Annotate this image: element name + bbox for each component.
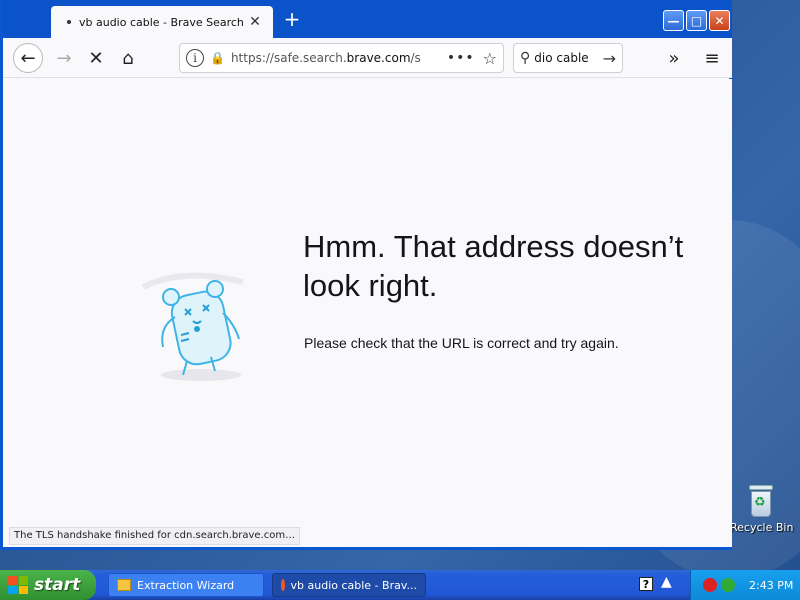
error-mascot-illustration	[141, 272, 244, 381]
nav-toolbar: ← → ✕ ⌂ i 🔒 https://safe.search.brave.co…	[3, 38, 732, 78]
url-text[interactable]: https://safe.search.brave.com/s	[231, 51, 439, 65]
security-icon[interactable]	[703, 578, 717, 592]
url-suffix: /s	[410, 51, 421, 65]
start-button[interactable]: start	[0, 570, 96, 600]
overflow-button[interactable]: »	[659, 43, 689, 73]
network-icon[interactable]	[721, 578, 735, 592]
search-input[interactable]: dio cable	[534, 51, 602, 65]
minimize-button[interactable]: —	[663, 10, 684, 31]
stop-button[interactable]: ✕	[81, 43, 111, 73]
bookmark-star-icon[interactable]: ☆	[483, 49, 497, 68]
error-title: Hmm. That address doesn’t look right.	[303, 229, 684, 303]
maximize-button[interactable]: □	[686, 10, 707, 31]
taskbar-item-label: Extraction Wizard	[137, 578, 235, 592]
loading-dot-icon	[67, 20, 71, 24]
brave-icon	[281, 579, 285, 591]
windows-logo-icon	[8, 576, 28, 594]
home-button[interactable]: ⌂	[113, 43, 143, 73]
info-icon[interactable]: i	[186, 49, 204, 67]
taskbar-item-browser[interactable]: vb audio cable - Brav...	[272, 573, 426, 597]
close-window-button[interactable]: ✕	[709, 10, 730, 31]
clock[interactable]: 2:43 PM	[749, 579, 793, 592]
recycle-bin[interactable]: ♻ Recycle Bin	[730, 485, 794, 534]
help-icon[interactable]: ?	[639, 577, 653, 591]
error-message: Please check that the URL is correct and…	[304, 335, 619, 351]
recycle-bin-icon: ♻	[747, 485, 775, 517]
start-label: start	[34, 575, 81, 595]
page-actions-icon[interactable]: •••	[447, 50, 475, 66]
taskbar-item-extraction-wizard[interactable]: Extraction Wizard	[108, 573, 264, 597]
system-tray: 2:43 PM	[690, 570, 800, 600]
taskbar: start Extraction Wizard vb audio cable -…	[0, 570, 800, 600]
forward-button[interactable]: →	[49, 43, 79, 73]
back-button[interactable]: ←	[13, 43, 43, 73]
taskbar-item-label: vb audio cable - Brav...	[290, 578, 417, 592]
browser-window: vb audio cable - Brave Search ✕ + — □ ✕ …	[0, 0, 732, 550]
search-icon: ⚲	[520, 50, 531, 66]
tray-expand-icon[interactable]: ▲	[661, 574, 672, 590]
search-go-icon[interactable]: →	[603, 49, 616, 68]
url-prefix: https://safe.search.	[230, 51, 347, 65]
menu-button[interactable]: ≡	[697, 43, 727, 73]
recycle-bin-label: Recycle Bin	[730, 521, 794, 534]
lock-icon[interactable]: 🔒	[210, 51, 225, 65]
address-bar[interactable]: i 🔒 https://safe.search.brave.com/s ••• …	[179, 43, 504, 73]
status-bar: The TLS handshake finished for cdn.searc…	[9, 527, 301, 545]
tab-active[interactable]: vb audio cable - Brave Search ✕	[51, 6, 273, 38]
search-box[interactable]: ⚲ dio cable →	[513, 43, 623, 73]
page-content: Hmm. That address doesn’t look right. Pl…	[3, 79, 732, 547]
tab-bar: vb audio cable - Brave Search ✕ + — □ ✕	[3, 0, 732, 38]
url-domain: brave.com	[346, 51, 411, 65]
tab-close-icon[interactable]: ✕	[247, 14, 263, 30]
window-controls: — □ ✕	[663, 10, 730, 31]
folder-icon	[117, 579, 131, 591]
tab-title: vb audio cable - Brave Search	[79, 15, 244, 29]
new-tab-button[interactable]: +	[281, 8, 303, 30]
